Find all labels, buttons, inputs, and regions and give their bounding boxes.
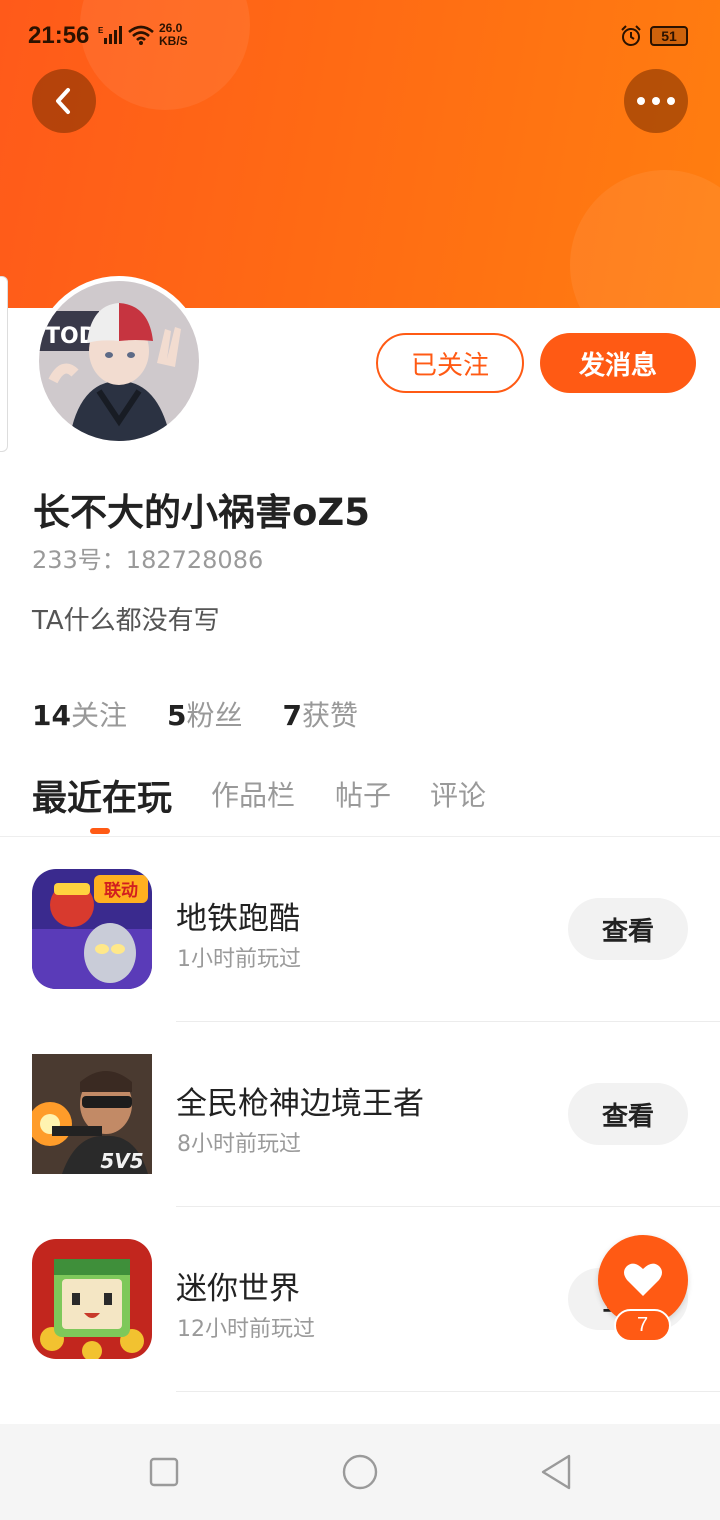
stat-likes[interactable]: 7获赞: [282, 694, 358, 734]
game-name: 地铁跑酷: [176, 901, 300, 937]
username: 长不大的小祸害oZ5: [33, 491, 370, 534]
home-circle-icon: [342, 1454, 378, 1490]
network-speed: 26.0 KB/S: [159, 21, 188, 48]
last-played-time: 1小时前玩过: [177, 947, 301, 972]
battery-indicator: 51: [650, 26, 688, 46]
chevron-left-icon: [56, 88, 70, 114]
status-bar: 21:56 E 26.0 KB/S 51: [0, 0, 720, 72]
wifi-icon: [128, 25, 154, 45]
stat-followers[interactable]: 5粉丝: [167, 694, 243, 734]
game-icon: 联动: [32, 869, 152, 989]
avatar[interactable]: TOD: [34, 276, 204, 446]
svg-text:5V5: 5V5: [100, 1149, 143, 1173]
row-divider: [176, 1391, 720, 1392]
more-options-button[interactable]: [624, 69, 688, 133]
game-name: 迷你世界: [176, 1271, 300, 1307]
user-bio: TA什么都没有写: [32, 606, 220, 636]
heart-icon: [624, 1263, 662, 1296]
tab-posts[interactable]: 帖子: [335, 774, 391, 814]
view-button[interactable]: 查看: [568, 898, 688, 960]
profile-stats: 14关注 5粉丝 7获赞: [32, 694, 398, 734]
followed-button[interactable]: 已关注: [376, 333, 524, 393]
profile-tabs: 最近在玩 作品栏 帖子 评论: [0, 770, 720, 837]
back-button[interactable]: [32, 69, 96, 133]
tab-works[interactable]: 作品栏: [211, 774, 295, 814]
recents-button[interactable]: [144, 1452, 184, 1492]
back-triangle-icon: [541, 1454, 571, 1490]
view-button[interactable]: 查看: [568, 1083, 688, 1145]
more-dots-icon: [637, 97, 675, 105]
avatar-image: TOD: [39, 281, 199, 441]
tab-recently-played[interactable]: 最近在玩: [32, 770, 172, 821]
game-name: 全民枪神边境王者: [176, 1086, 424, 1122]
home-button[interactable]: [340, 1452, 380, 1492]
active-tab-indicator: [90, 828, 110, 834]
last-played-time: 8小时前玩过: [177, 1132, 301, 1157]
tab-comments[interactable]: 评论: [430, 774, 486, 814]
alarm-icon: [621, 25, 641, 46]
last-played-time: 12小时前玩过: [177, 1317, 315, 1342]
system-nav-bar: [0, 1424, 720, 1520]
list-item[interactable]: 联动 地铁跑酷 1小时前玩过 查看: [0, 837, 720, 1022]
status-time: 21:56: [28, 22, 90, 49]
stat-following[interactable]: 14关注: [32, 694, 127, 734]
side-drawer-handle[interactable]: [0, 276, 8, 452]
svg-text:E: E: [98, 26, 104, 35]
list-item[interactable]: 5V5 全民枪神边境王者 8小时前玩过 查看: [0, 1022, 720, 1207]
svg-text:联动: 联动: [104, 881, 138, 901]
user-id: 233号：182728086: [32, 546, 264, 574]
game-icon: 5V5: [32, 1054, 152, 1174]
game-icon: [32, 1239, 152, 1359]
like-count-badge: 7: [614, 1309, 671, 1342]
send-message-button[interactable]: 发消息: [540, 333, 696, 393]
recents-square-icon: [149, 1457, 179, 1487]
signal-icon: E: [98, 26, 122, 44]
back-nav-button[interactable]: [536, 1452, 576, 1492]
